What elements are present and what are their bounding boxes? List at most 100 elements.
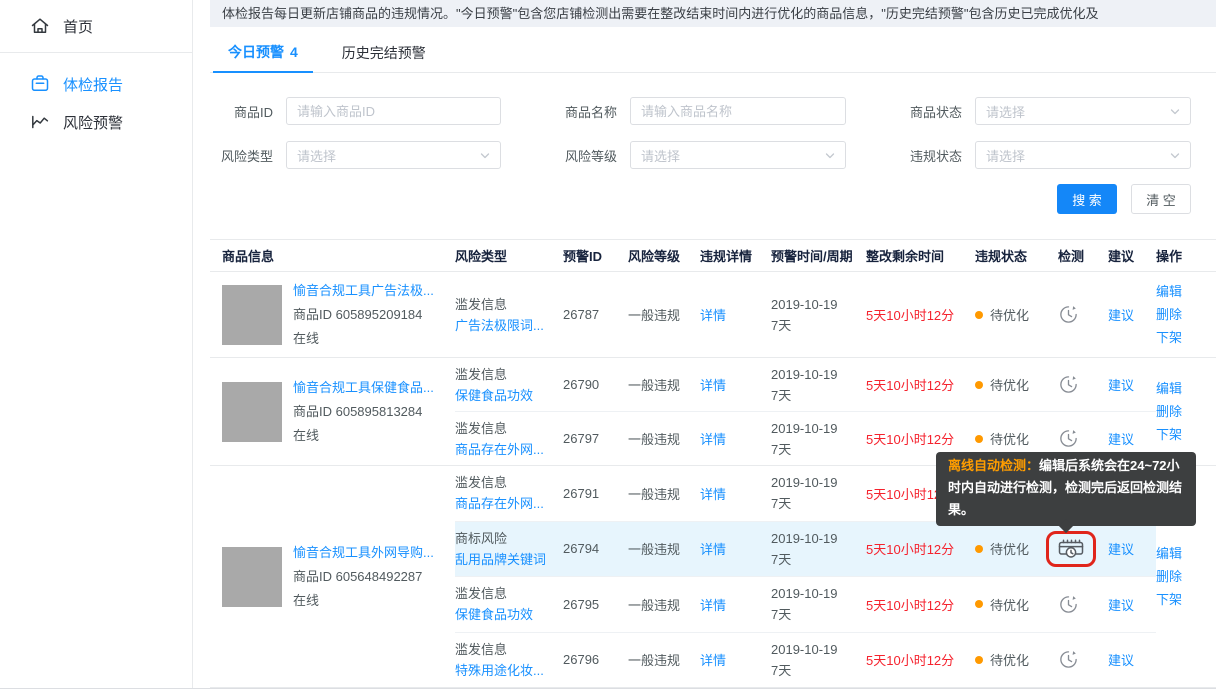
detect-machine-icon[interactable] <box>1058 538 1084 560</box>
table-row-group: 愉音合规工具保健食品...商品ID 605895813284在线滥发信息保健食品… <box>210 357 1216 465</box>
risk-detail-link[interactable]: 保健食品功效 <box>455 604 559 625</box>
product-id-input[interactable] <box>286 97 501 125</box>
op-unlist-link[interactable]: 下架 <box>1156 423 1216 446</box>
chevron-down-icon <box>479 150 491 162</box>
advice-link[interactable]: 建议 <box>1108 542 1134 557</box>
advice-link[interactable]: 建议 <box>1108 432 1134 447</box>
warning-time-cell: 2019-10-197天 <box>771 583 866 625</box>
detail-link[interactable]: 详情 <box>700 432 726 447</box>
risk-category: 滥发信息 <box>455 472 559 493</box>
clock-history-icon[interactable] <box>1058 649 1079 670</box>
detail-link[interactable]: 详情 <box>700 653 726 668</box>
op-delete-link[interactable]: 删除 <box>1156 303 1216 326</box>
product-id-input-field[interactable] <box>287 98 500 124</box>
detail-link[interactable]: 详情 <box>700 308 726 323</box>
product-name-link[interactable]: 愉音合规工具广告法极... <box>293 279 434 303</box>
detail-link[interactable]: 详情 <box>700 598 726 613</box>
clock-history-icon[interactable] <box>1058 428 1079 449</box>
column-header: 操作 <box>1156 246 1216 265</box>
tab-today[interactable]: 今日预警4 <box>213 40 313 73</box>
risk-category: 滥发信息 <box>455 418 559 439</box>
tab-bar: 今日预警4 历史完结预警 <box>210 40 1216 73</box>
advice-link[interactable]: 建议 <box>1108 653 1134 668</box>
warning-time-cell: 2019-10-197天 <box>771 418 866 460</box>
risk-type-cell: 滥发信息商品存在外网... <box>455 418 563 460</box>
product-name-input[interactable] <box>630 97 846 125</box>
product-status-select[interactable]: 请选择 <box>975 97 1191 125</box>
advice-link[interactable]: 建议 <box>1108 308 1134 323</box>
clock-history-icon[interactable] <box>1058 304 1079 325</box>
annotation-red-box <box>1046 531 1096 567</box>
detail-link[interactable]: 详情 <box>700 378 726 393</box>
remaining-time-text: 5天10小时12分 <box>866 542 954 557</box>
risk-detail-link[interactable]: 特殊用途化妆... <box>455 660 559 681</box>
status-text: 待优化 <box>990 429 1029 448</box>
op-unlist-link[interactable]: 下架 <box>1156 588 1216 611</box>
risk-detail-link[interactable]: 商品存在外网... <box>455 439 559 460</box>
detail-link[interactable]: 详情 <box>700 487 726 502</box>
risk-detail-link[interactable]: 乱用品牌关键词 <box>455 549 559 570</box>
warning-date: 2019-10-19 <box>771 364 862 385</box>
warning-id: 26790 <box>563 377 628 392</box>
advice-cell: 建议 <box>1108 650 1156 669</box>
clock-history-icon[interactable] <box>1058 374 1079 395</box>
product-cell: 愉音合规工具外网导购...商品ID 605648492287在线 <box>210 466 455 687</box>
risk-detail-link[interactable]: 广告法极限词... <box>455 315 559 336</box>
advice-link[interactable]: 建议 <box>1108 598 1134 613</box>
violation-status-label: 违规状态 <box>846 141 975 169</box>
product-id: 商品ID 605648492287 <box>293 565 434 589</box>
product-cell: 愉音合规工具保健食品...商品ID 605895813284在线 <box>210 358 455 465</box>
op-edit-link[interactable]: 编辑 <box>1156 280 1216 303</box>
remaining-time-cell: 5天10小时12分 <box>866 375 975 394</box>
detail-link[interactable]: 详情 <box>700 542 726 557</box>
remaining-time-cell: 5天10小时12分 <box>866 429 975 448</box>
risk-detail-link[interactable]: 保健食品功效 <box>455 385 559 406</box>
product-name-link[interactable]: 愉音合规工具外网导购... <box>293 541 434 565</box>
status-dot-icon <box>975 311 983 319</box>
select-placeholder: 请选择 <box>976 146 1025 165</box>
product-info: 愉音合规工具广告法极...商品ID 605895209184在线 <box>293 279 434 351</box>
warning-row: 滥发信息特殊用途化妆...26796一般违规详情2019-10-197天5天10… <box>455 632 1156 688</box>
detect-cell <box>1058 304 1108 325</box>
column-header: 风险等级 <box>628 246 700 265</box>
op-edit-link[interactable]: 编辑 <box>1156 377 1216 400</box>
risk-type-label: 风险类型 <box>210 141 286 169</box>
sidebar: 首页体检报告风险预警 <box>0 0 193 688</box>
risk-category: 滥发信息 <box>455 364 559 385</box>
violation-status-cell: 待优化 <box>975 375 1058 394</box>
search-button[interactable]: 搜 索 <box>1057 184 1117 214</box>
remaining-time-cell: 5天10小时12分 <box>866 595 975 614</box>
clock-history-icon[interactable] <box>1058 594 1079 615</box>
tab-history[interactable]: 历史完结预警 <box>327 40 441 72</box>
product-thumbnail <box>222 547 282 607</box>
op-delete-link[interactable]: 删除 <box>1156 565 1216 588</box>
product-name-input-field[interactable] <box>631 98 845 124</box>
op-unlist-link[interactable]: 下架 <box>1156 326 1216 349</box>
advice-link[interactable]: 建议 <box>1108 378 1134 393</box>
warning-id: 26791 <box>563 486 628 501</box>
tab-label: 今日预警 <box>228 42 284 62</box>
status-badge: 待优化 <box>975 650 1029 669</box>
warning-row: 滥发信息保健食品功效26790一般违规详情2019-10-197天5天10小时1… <box>455 358 1156 411</box>
product-name-link[interactable]: 愉音合规工具保健食品... <box>293 376 434 400</box>
status-text: 待优化 <box>990 539 1029 558</box>
risk-detail-link[interactable]: 商品存在外网... <box>455 493 559 514</box>
risk-type-select[interactable]: 请选择 <box>286 141 501 169</box>
risk-level: 一般违规 <box>628 484 700 503</box>
op-edit-link[interactable]: 编辑 <box>1156 542 1216 565</box>
product-thumbnail <box>222 285 282 345</box>
warning-period: 7天 <box>771 439 862 460</box>
sidebar-item-risk[interactable]: 风险预警 <box>0 103 192 141</box>
violation-status-select[interactable]: 请选择 <box>975 141 1191 169</box>
violation-status-cell: 待优化 <box>975 595 1058 614</box>
detect-cell <box>1058 428 1108 449</box>
column-header: 违规详情 <box>700 246 771 265</box>
op-delete-link[interactable]: 删除 <box>1156 400 1216 423</box>
warning-time-cell: 2019-10-197天 <box>771 294 866 336</box>
clear-button[interactable]: 清 空 <box>1131 184 1191 214</box>
sidebar-item-report[interactable]: 体检报告 <box>0 65 192 103</box>
risk-level-select[interactable]: 请选择 <box>630 141 846 169</box>
sidebar-item-home[interactable]: 首页 <box>0 5 192 47</box>
filter-form: 商品ID商品名称商品状态请选择风险类型请选择风险等级请选择违规状态请选择 <box>210 97 1216 169</box>
notice-banner: 体检报告每日更新店铺商品的违规情况。"今日预警"包含您店铺检测出需要在整改结束时… <box>210 0 1216 27</box>
